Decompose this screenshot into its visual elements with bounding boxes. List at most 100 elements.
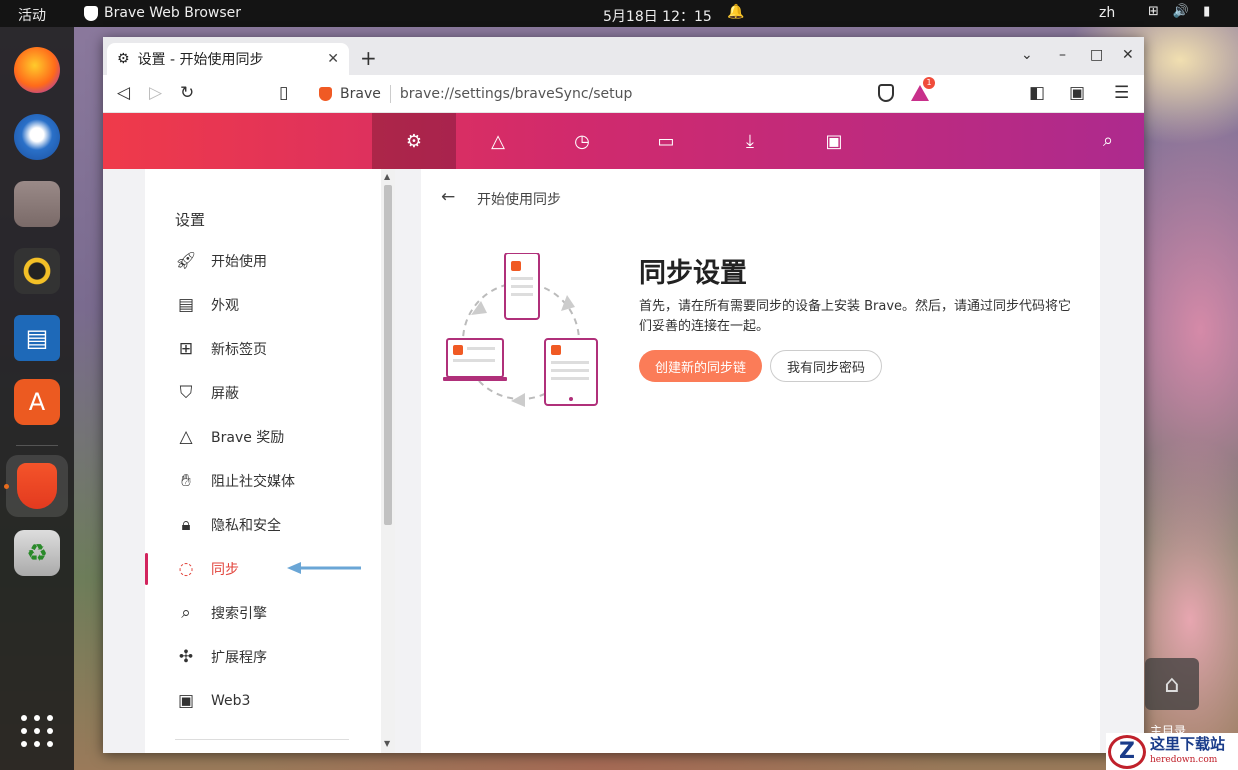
thumbs-down-icon: ✋︎ xyxy=(181,471,191,491)
shield-icon: ⛉ xyxy=(179,383,193,403)
active-app-name: Brave Web Browser xyxy=(104,5,241,21)
reload-icon[interactable]: ↻ xyxy=(180,83,194,103)
sidebar-item-extensions[interactable]: ✣ 扩展程序 xyxy=(175,639,375,675)
settings-content: 设置 🚀︎ 开始使用 ▤ 外观 ⊞ 新标签页 ⛉ 屏蔽 △ Brave 奖励 ✋︎ 阻止社交… xyxy=(103,169,1144,753)
nav-settings-gear-icon[interactable]: ⚙ xyxy=(372,113,456,169)
clock[interactable]: 5月18日 12：15 xyxy=(603,6,712,26)
sidebar-item-new-tab[interactable]: ⊞ 新标签页 xyxy=(175,331,375,367)
sidebar-item-label: 屏蔽 xyxy=(211,386,239,402)
tab-strip: ⚙ 设置 - 开始使用同步 ✕ + ⌄ – □ ✕ xyxy=(103,37,1144,75)
enter-sync-code-button[interactable]: 我有同步密码 xyxy=(770,350,882,382)
show-apps-icon[interactable] xyxy=(21,715,53,747)
bookmark-icon[interactable]: ▯ xyxy=(279,83,288,103)
address-bar[interactable]: Brave brave://settings/braveSync/setup xyxy=(309,79,869,109)
dock: ▤ A ♻ xyxy=(0,27,74,770)
scrollbar-thumb[interactable] xyxy=(384,185,392,525)
sidebar-item-label: 新标签页 xyxy=(211,342,267,358)
input-language-indicator[interactable]: zh xyxy=(1099,5,1115,21)
sidebar-divider xyxy=(175,739,349,740)
tab-close-button[interactable]: ✕ xyxy=(327,51,339,67)
nav-rewards-icon[interactable]: △ xyxy=(456,113,540,169)
brave-browser-icon[interactable] xyxy=(17,463,57,509)
sidebar-item-label: 阻止社交媒体 xyxy=(211,474,295,490)
browser-toolbar: ◁ ▷ ↻ ▯ Brave brave://settings/braveSync… xyxy=(103,75,1144,113)
sidebar-item-label: 扩展程序 xyxy=(211,650,267,666)
sidebar-item-label: 外观 xyxy=(211,298,239,314)
nav-downloads-icon[interactable]: ⤓ xyxy=(708,113,792,169)
trash-icon[interactable]: ♻ xyxy=(14,530,60,576)
files-icon[interactable] xyxy=(14,181,60,227)
network-icon: ⊞ xyxy=(1148,4,1159,19)
scroll-down-arrow-icon[interactable]: ▼ xyxy=(384,739,390,748)
sidebar-item-label: 同步 xyxy=(211,562,239,578)
new-tab-icon: ⊞ xyxy=(178,339,194,359)
activities-button[interactable]: 活动 xyxy=(18,5,46,25)
site-label: Brave xyxy=(340,86,381,102)
back-icon[interactable]: ◁ xyxy=(117,83,130,103)
active-item-indicator xyxy=(145,553,148,585)
app-center-icon[interactable]: A xyxy=(14,379,60,425)
thunderbird-icon[interactable] xyxy=(14,114,60,160)
sidebar-item-get-started[interactable]: 🚀︎ 开始使用 xyxy=(175,243,375,279)
nav-wallet-icon[interactable]: ▣ xyxy=(792,113,876,169)
watermark-emblem: Z xyxy=(1108,734,1146,769)
wallet-icon[interactable]: ▣ xyxy=(1069,83,1085,103)
rewards-icon: △ xyxy=(179,427,193,447)
firefox-icon[interactable] xyxy=(14,47,60,93)
sidebar-item-privacy[interactable]: 🔒︎ 隐私和安全 xyxy=(175,507,375,543)
home-folder-icon[interactable]: ⌂ xyxy=(1145,658,1199,710)
rewards-badge: 1 xyxy=(923,77,935,89)
rhythmbox-icon[interactable] xyxy=(14,248,60,294)
new-tab-button[interactable]: + xyxy=(360,46,377,70)
brave-shields-icon[interactable] xyxy=(878,84,894,102)
sidebar-item-web3[interactable]: ▣ Web3 xyxy=(175,683,375,719)
watermark-url: heredown.com xyxy=(1150,754,1218,765)
brave-shield-page-icon xyxy=(319,87,332,101)
page-breadcrumb: 开始使用同步 xyxy=(477,192,561,208)
sidebar-item-shields[interactable]: ⛉ 屏蔽 xyxy=(175,375,375,411)
brave-window: ⚙ 设置 - 开始使用同步 ✕ + ⌄ – □ ✕ ◁ ▷ ↻ ▯ Brave … xyxy=(103,37,1144,753)
page-title: 同步设置 xyxy=(639,258,747,289)
settings-nav-bar: ⚙ △ ◷ ▭ ⤓ ▣ ⌕ xyxy=(103,113,1144,169)
sidebar-item-label: 搜索引擎 xyxy=(211,606,267,622)
sidebar-item-label: Brave 奖励 xyxy=(211,430,285,446)
sidebar-item-appearance[interactable]: ▤ 外观 xyxy=(175,287,375,323)
system-top-bar: 活动 Brave Web Browser 5月18日 12：15 🔔 zh ⊞ … xyxy=(0,0,1238,27)
watermark-title: 这里下载站 xyxy=(1150,734,1226,753)
maximize-button[interactable]: □ xyxy=(1090,47,1103,63)
sidebar-item-label: Web3 xyxy=(211,693,251,709)
minimize-button[interactable]: – xyxy=(1059,47,1066,63)
search-icon: ⌕ xyxy=(181,603,191,623)
watermark-logo: Z 这里下载站 heredown.com xyxy=(1106,733,1238,770)
settings-search-icon[interactable]: ⌕ xyxy=(1103,130,1113,151)
running-indicator xyxy=(4,484,9,489)
brave-rewards-icon[interactable]: 1 xyxy=(911,77,935,101)
system-tray[interactable]: ⊞ 🔊 ▮ xyxy=(1148,4,1210,19)
libreoffice-writer-icon[interactable]: ▤ xyxy=(14,315,60,361)
sync-icon: ◌ xyxy=(178,559,194,579)
sidebar-toggle-icon[interactable]: ◧ xyxy=(1029,83,1045,103)
menu-icon[interactable]: ☰ xyxy=(1114,83,1129,103)
sidebar-scrollbar[interactable]: ▲ ▼ xyxy=(381,169,395,753)
tab-settings-sync[interactable]: ⚙ 设置 - 开始使用同步 ✕ xyxy=(107,43,349,75)
annotation-arrow xyxy=(287,562,361,574)
back-arrow-icon[interactable]: ← xyxy=(441,187,455,207)
sidebar-item-social-blocking[interactable]: ✋︎ 阻止社交媒体 xyxy=(175,463,375,499)
forward-icon[interactable]: ▷ xyxy=(149,83,162,103)
sidebar-heading: 设置 xyxy=(175,211,206,229)
notification-bell-icon[interactable]: 🔔 xyxy=(727,4,744,20)
scroll-up-arrow-icon[interactable]: ▲ xyxy=(384,172,390,181)
rocket-icon: 🚀︎ xyxy=(175,251,197,271)
sidebar-item-label: 开始使用 xyxy=(211,254,267,270)
sidebar-item-search-engine[interactable]: ⌕ 搜索引擎 xyxy=(175,595,375,631)
start-new-sync-chain-button[interactable]: 创建新的同步链 xyxy=(639,350,762,382)
nav-bookmarks-icon[interactable]: ▭ xyxy=(624,113,708,169)
active-app-menu[interactable]: Brave Web Browser xyxy=(84,5,241,21)
appearance-icon: ▤ xyxy=(177,295,195,315)
tab-search-dropdown-button[interactable]: ⌄ xyxy=(1021,47,1033,63)
window-close-button[interactable]: ✕ xyxy=(1122,47,1134,63)
nav-history-icon[interactable]: ◷ xyxy=(540,113,624,169)
sync-setup-panel: ← 开始使用同步 同步设置 首先，请在所有需要同步的设备上安装 Brave。然后… xyxy=(421,169,1100,753)
sidebar-item-label: 隐私和安全 xyxy=(211,518,281,534)
sidebar-item-rewards[interactable]: △ Brave 奖励 xyxy=(175,419,375,455)
